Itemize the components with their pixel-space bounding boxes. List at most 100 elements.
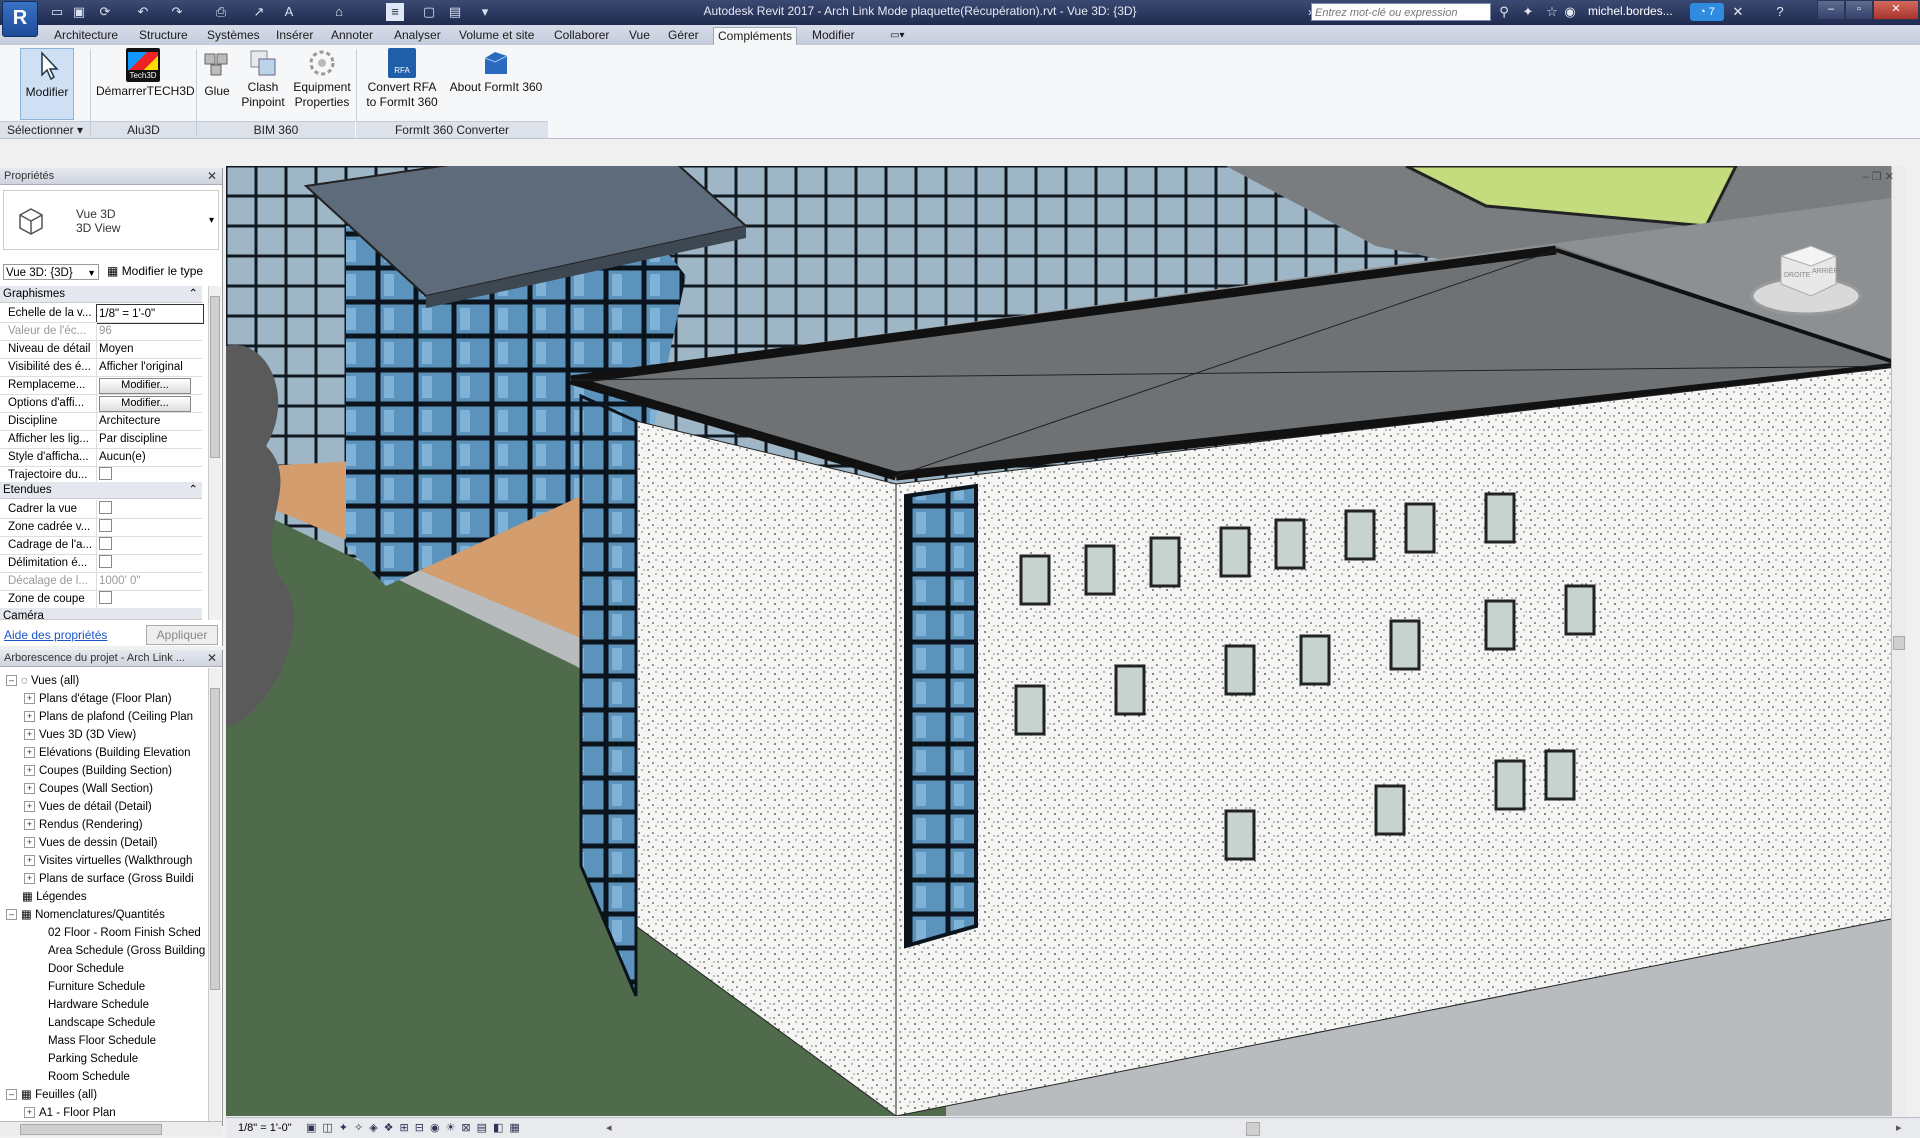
tree-item[interactable]: Furniture Schedule	[48, 978, 145, 996]
favorites-icon[interactable]: ☆	[1542, 3, 1562, 21]
view-instance-select[interactable]: Vue 3D: {3D} ▼	[3, 264, 99, 280]
view-control-icons[interactable]: ▣◫✦✧◈❖⊞⊟◉☀⊠▤◧▦	[306, 1118, 526, 1138]
tree-item[interactable]: 02 Floor - Room Finish Sched	[48, 924, 201, 942]
property-value[interactable]: Aucun(e)	[96, 448, 203, 466]
close-icon[interactable]: ✕	[1885, 171, 1894, 183]
viewcube[interactable]: DROITE ARRIÈRE	[1746, 236, 1866, 326]
property-row[interactable]: Afficher les lig... Par discipline	[0, 430, 202, 449]
browser-hscrollbar[interactable]	[0, 1121, 222, 1136]
scroll-thumb[interactable]	[210, 688, 220, 990]
restore-icon[interactable]: ❐	[1872, 171, 1882, 183]
property-row[interactable]: Echelle de la v... 1/8" = 1'-0"	[0, 304, 204, 324]
tree-item[interactable]: + Rendus (Rendering)	[24, 816, 143, 834]
property-row[interactable]: Zone cadrée v...	[0, 518, 202, 537]
scroll-thumb[interactable]	[20, 1124, 162, 1135]
tree-item[interactable]: Hardware Schedule	[48, 996, 149, 1014]
print-icon[interactable]: ⎙	[212, 3, 230, 21]
viewcube-face-droite[interactable]: DROITE	[1784, 272, 1810, 279]
open-icon[interactable]: ▭	[48, 3, 66, 21]
property-row[interactable]: Décalage de l... 1000' 0"	[0, 572, 202, 591]
scroll-left-icon[interactable]: ◂	[606, 1118, 612, 1138]
qat-dropdown-icon[interactable]: ▾	[476, 3, 494, 21]
group-graphismes[interactable]: Graphismes ⌃	[0, 286, 202, 303]
user-icon[interactable]: ◉	[1560, 3, 1580, 21]
group-camera[interactable]: Caméra	[0, 608, 202, 620]
property-row[interactable]: Remplaceme... Modifier...	[0, 376, 202, 395]
properties-scrollbar[interactable]	[208, 286, 221, 620]
properties-help-link[interactable]: Aide des propriétés	[4, 628, 107, 642]
tab-structure[interactable]: Structure	[135, 27, 192, 44]
tab-architecture[interactable]: Architecture	[50, 27, 122, 44]
property-row[interactable]: Cadrer la vue	[0, 500, 202, 519]
sync-icon[interactable]: ⟳	[96, 3, 114, 21]
tab-inserer[interactable]: Insérer	[272, 27, 317, 44]
viewport-vscrollbar[interactable]	[1891, 166, 1906, 1116]
expand-icon[interactable]: +	[24, 837, 35, 849]
maximize-button[interactable]: ▫	[1845, 0, 1873, 20]
scale-input[interactable]: 1/8" = 1'-0"	[96, 304, 204, 324]
binoculars-icon[interactable]: ⚲	[1494, 3, 1514, 21]
viewport-hscroll-thumb[interactable]	[1246, 1122, 1260, 1136]
tree-item[interactable]: – ▦ Feuilles (all)	[6, 1086, 97, 1104]
tree-item[interactable]: + Coupes (Building Section)	[24, 762, 172, 780]
scroll-thumb[interactable]	[210, 296, 220, 458]
tree-item[interactable]: + Vues 3D (3D View)	[24, 726, 136, 744]
tree-item[interactable]: – ▦ Nomenclatures/Quantités	[6, 906, 165, 924]
property-checkbox[interactable]	[99, 591, 112, 605]
collapse-icon[interactable]: –	[6, 909, 17, 921]
expand-icon[interactable]: +	[24, 711, 35, 723]
expand-icon[interactable]: +	[24, 819, 35, 831]
close-button[interactable]: ✕	[1873, 0, 1919, 20]
about-formit-button[interactable]: About FormIt 360	[448, 48, 544, 95]
demarrer-tech3d-button[interactable]: Tech3D DémarrerTECH3D	[96, 48, 195, 99]
save-icon[interactable]: ▣	[70, 3, 88, 21]
property-value[interactable]: Architecture	[96, 412, 203, 430]
expand-icon[interactable]: +	[24, 693, 35, 705]
apply-button[interactable]: Appliquer	[146, 625, 218, 645]
expand-icon[interactable]: +	[24, 801, 35, 813]
annotation-icon[interactable]: A	[280, 3, 298, 21]
property-value[interactable]	[96, 500, 203, 518]
tab-modifier[interactable]: Modifier	[808, 27, 859, 44]
scroll-thumb[interactable]	[1893, 636, 1905, 650]
tree-item[interactable]: – ◌ Vues (all)	[6, 672, 79, 690]
property-value[interactable]	[96, 554, 203, 572]
property-checkbox[interactable]	[99, 467, 112, 481]
property-modify-button[interactable]: Modifier...	[99, 396, 191, 412]
tab-complements[interactable]: Compléments	[713, 27, 798, 45]
tree-item[interactable]: + Visites virtuelles (Walkthrough	[24, 852, 192, 870]
application-menu-button[interactable]: R	[2, 1, 38, 37]
ribbon-minimize-icon[interactable]: ▭▾	[886, 27, 908, 44]
expand-icon[interactable]: +	[24, 729, 35, 741]
tree-item[interactable]: + Plans de surface (Gross Buildi	[24, 870, 194, 888]
group-etendues[interactable]: Etendues ⌃	[0, 482, 202, 499]
property-row[interactable]: Cadrage de l'a...	[0, 536, 202, 555]
tree-item[interactable]: Landscape Schedule	[48, 1014, 155, 1032]
redo-icon[interactable]: ↷	[168, 3, 186, 21]
convert-rfa-button[interactable]: RFA Convert RFA to FormIt 360	[362, 48, 442, 110]
help-icon[interactable]: ?	[1770, 3, 1790, 21]
minimize-button[interactable]: –	[1817, 0, 1845, 20]
search-input[interactable]: Entrez mot-clé ou expression	[1311, 3, 1491, 21]
property-value[interactable]: Modifier...	[96, 394, 203, 412]
thin-lines-icon[interactable]: ≡	[386, 3, 404, 21]
tree-item[interactable]: Parking Schedule	[48, 1050, 138, 1068]
property-row[interactable]: Zone de coupe	[0, 590, 202, 609]
property-row[interactable]: Style d'afficha... Aucun(e)	[0, 448, 202, 467]
viewcube-face-arriere[interactable]: ARRIÈRE	[1812, 268, 1843, 275]
tab-systemes[interactable]: Systèmes	[203, 27, 264, 44]
expand-icon[interactable]: +	[24, 855, 35, 867]
tab-annoter[interactable]: Annoter	[327, 27, 377, 44]
property-checkbox[interactable]	[99, 519, 112, 533]
property-value[interactable]: 1000' 0"	[96, 572, 203, 590]
tab-vue[interactable]: Vue	[625, 27, 654, 44]
property-value[interactable]	[96, 536, 203, 554]
property-value[interactable]: 96	[96, 322, 203, 340]
undo-icon[interactable]: ↶	[134, 3, 152, 21]
tree-item[interactable]: Area Schedule (Gross Building	[48, 942, 205, 960]
expand-icon[interactable]: +	[24, 873, 35, 885]
tree-item[interactable]: + Vues de dessin (Detail)	[24, 834, 157, 852]
tree-item[interactable]: + Coupes (Wall Section)	[24, 780, 153, 798]
view-scale[interactable]: 1/8" = 1'-0"	[238, 1118, 292, 1138]
measure-icon[interactable]: ↗	[250, 3, 268, 21]
